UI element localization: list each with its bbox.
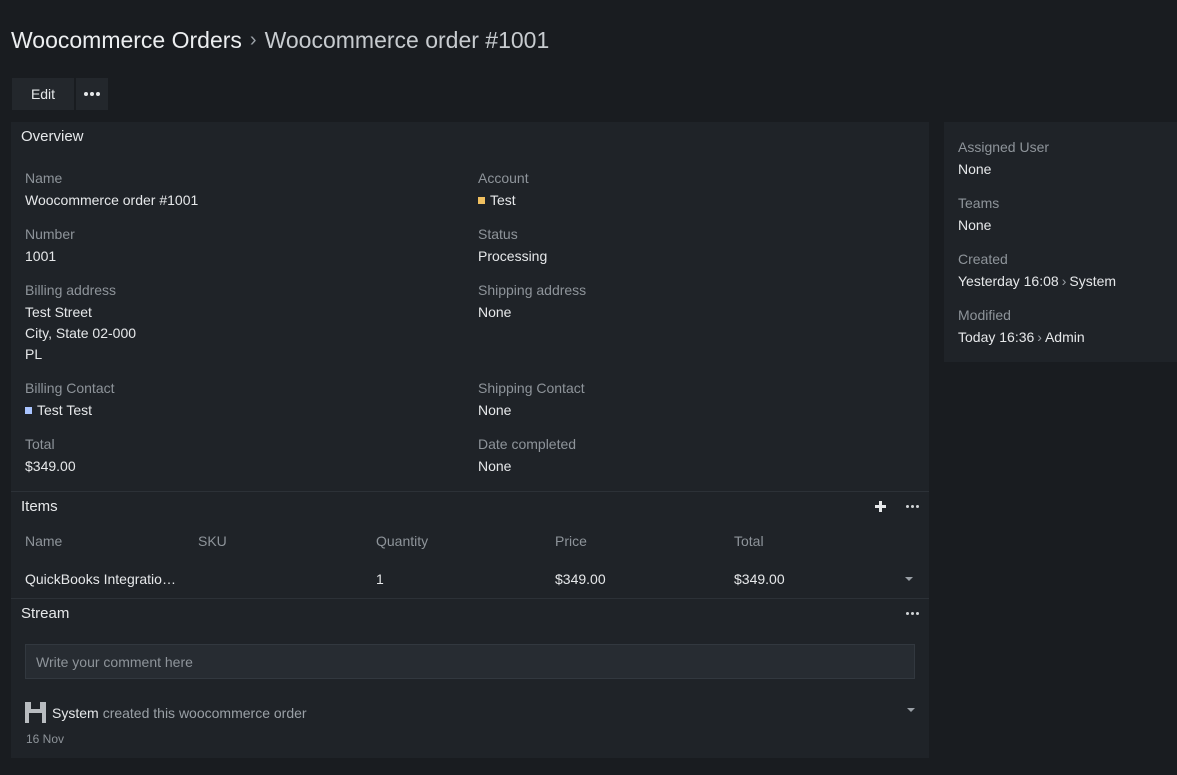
contact-color-marker bbox=[25, 406, 32, 414]
item-row-menu-button[interactable] bbox=[899, 569, 919, 589]
record-toolbar: Edit bbox=[12, 78, 108, 110]
modified-by-link[interactable]: Admin bbox=[1045, 329, 1085, 345]
modified-date: Today 16:36 bbox=[958, 329, 1035, 345]
item-price: $349.00 bbox=[555, 571, 606, 587]
stream-note-user[interactable]: System bbox=[52, 705, 99, 721]
field-status: Status Processing bbox=[478, 224, 547, 267]
item-name-link[interactable]: QuickBooks Integratio… bbox=[25, 571, 176, 587]
item-quantity: 1 bbox=[376, 571, 384, 587]
arrow-separator: › bbox=[1061, 273, 1067, 289]
breadcrumb: Woocommerce Orders › Woocommerce order #… bbox=[11, 26, 549, 54]
field-value: None bbox=[478, 458, 512, 474]
overview-title: Overview bbox=[21, 128, 84, 145]
section-divider bbox=[11, 598, 929, 599]
field-label: Created bbox=[958, 251, 1008, 267]
item-total: $349.00 bbox=[734, 571, 785, 587]
stream-note: System created this woocommerce order bbox=[25, 702, 307, 723]
main-panel: Overview Name Woocommerce order #1001 Ac… bbox=[11, 122, 929, 758]
add-item-button[interactable] bbox=[870, 496, 890, 516]
column-header-price: Price bbox=[555, 533, 587, 549]
caret-down-icon bbox=[907, 708, 915, 712]
field-label: Billing address bbox=[25, 282, 117, 298]
field-total: Total $349.00 bbox=[25, 434, 76, 477]
stream-title: Stream bbox=[21, 605, 70, 622]
field-billing-address: Billing address Test Street City, State … bbox=[25, 280, 136, 365]
field-label: Status bbox=[478, 226, 518, 242]
address-city: City, State 02-000 bbox=[25, 325, 137, 341]
breadcrumb-separator: › bbox=[249, 28, 257, 51]
field-value: None bbox=[958, 217, 992, 233]
breadcrumb-link-woocommerce-orders[interactable]: Woocommerce Orders bbox=[11, 27, 242, 54]
field-value: None bbox=[478, 402, 512, 418]
field-modified: Modified Today 16:36 › Admin bbox=[958, 305, 1085, 348]
field-value: None bbox=[478, 304, 512, 320]
billing-contact-link[interactable]: Test Test bbox=[37, 402, 92, 418]
field-label: Total bbox=[25, 436, 55, 452]
field-name: Name Woocommerce order #1001 bbox=[25, 168, 198, 211]
field-shipping-contact: Shipping Contact None bbox=[478, 378, 585, 421]
caret-down-icon bbox=[905, 577, 913, 581]
field-label: Shipping Contact bbox=[478, 380, 585, 396]
field-billing-contact: Billing Contact Test Test bbox=[25, 378, 115, 421]
items-title: Items bbox=[21, 498, 58, 515]
stream-note-date: 16 Nov bbox=[26, 732, 65, 746]
items-more-button[interactable] bbox=[902, 496, 922, 516]
account-link[interactable]: Test bbox=[490, 192, 516, 208]
field-account: Account Test bbox=[478, 168, 529, 211]
comment-input[interactable] bbox=[25, 644, 915, 679]
address-country: PL bbox=[25, 346, 43, 362]
field-label: Shipping address bbox=[478, 282, 587, 298]
system-avatar-icon bbox=[25, 702, 46, 723]
field-label: Number bbox=[25, 226, 75, 242]
field-label: Date completed bbox=[478, 436, 577, 452]
field-label: Teams bbox=[958, 195, 1000, 211]
field-teams: Teams None bbox=[958, 193, 999, 236]
more-actions-button[interactable] bbox=[76, 78, 108, 110]
more-horizontal-icon bbox=[84, 92, 100, 96]
created-by-link[interactable]: System bbox=[1069, 273, 1116, 289]
column-header-name: Name bbox=[25, 533, 63, 549]
column-header-quantity: Quantity bbox=[376, 533, 429, 549]
field-label: Modified bbox=[958, 307, 1011, 323]
column-header-total: Total bbox=[734, 533, 764, 549]
stream-note-text: created this woocommerce order bbox=[102, 704, 307, 721]
arrow-separator: › bbox=[1037, 329, 1042, 345]
field-value: $349.00 bbox=[25, 458, 76, 474]
more-horizontal-icon bbox=[905, 611, 919, 615]
field-number: Number 1001 bbox=[25, 224, 75, 267]
section-divider bbox=[11, 491, 929, 492]
stream-more-button[interactable] bbox=[902, 603, 922, 623]
side-panel: Assigned User None Teams None Created Ye… bbox=[944, 122, 1177, 362]
field-label: Billing Contact bbox=[25, 380, 115, 396]
field-assigned-user: Assigned User None bbox=[958, 137, 1049, 180]
plus-icon bbox=[874, 500, 886, 512]
field-date-completed: Date completed None bbox=[478, 434, 576, 477]
field-shipping-address: Shipping address None bbox=[478, 280, 586, 323]
field-value: Processing bbox=[478, 248, 548, 264]
field-label: Name bbox=[25, 170, 63, 186]
field-value: 1001 bbox=[25, 248, 57, 264]
account-color-marker bbox=[478, 196, 485, 204]
field-label: Assigned User bbox=[958, 139, 1050, 155]
address-street: Test Street bbox=[25, 304, 92, 320]
field-created: Created Yesterday 16:08 › System bbox=[958, 249, 1116, 292]
stream-note-menu-button[interactable] bbox=[901, 700, 921, 720]
column-header-sku: SKU bbox=[198, 533, 227, 549]
field-label: Account bbox=[478, 170, 529, 186]
edit-button[interactable]: Edit bbox=[12, 78, 74, 110]
field-value: None bbox=[958, 161, 992, 177]
page-title: Woocommerce order #1001 bbox=[264, 26, 550, 53]
created-date: Yesterday 16:08 bbox=[958, 273, 1059, 289]
field-value: Woocommerce order #1001 bbox=[25, 192, 199, 208]
more-horizontal-icon bbox=[905, 504, 919, 508]
